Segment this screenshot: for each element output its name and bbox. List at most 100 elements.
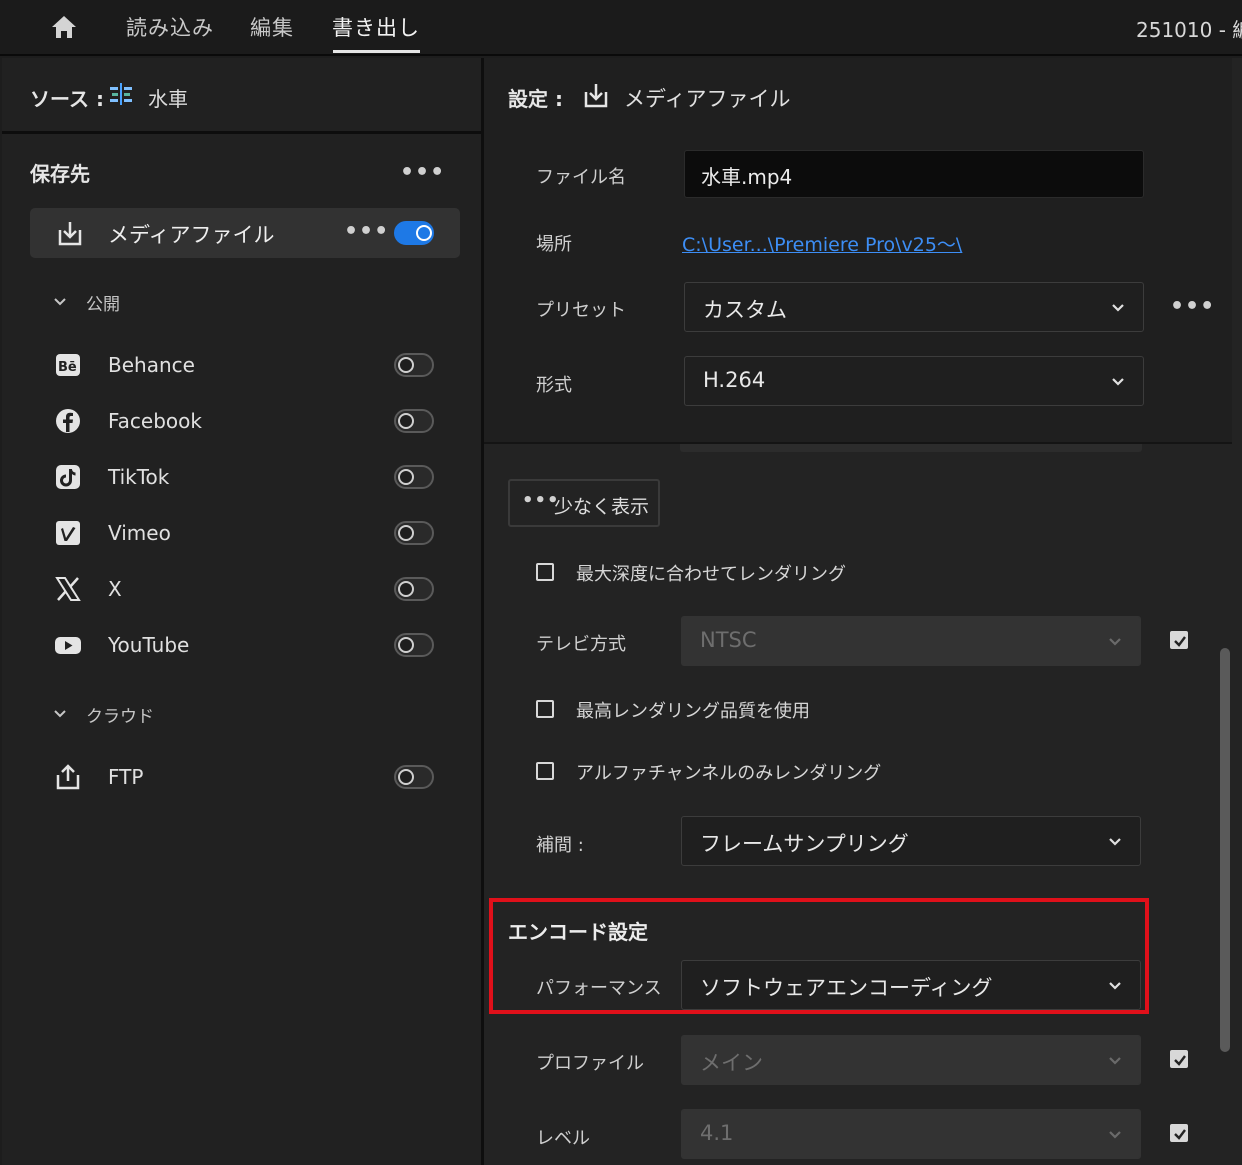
- destinations-panel: ソース : 水車 保存先 ••• メディアファイル ••• 公開 Bē Beha: [2, 58, 481, 1165]
- level-match-checkbox[interactable]: [1170, 1124, 1188, 1142]
- format-label: 形式: [536, 375, 572, 396]
- checkmark-icon: [1174, 1129, 1186, 1140]
- vimeo-label: Vimeo: [108, 521, 171, 545]
- destinations-heading: 保存先: [30, 162, 90, 186]
- level-dropdown: 4.1: [681, 1109, 1141, 1159]
- tv-standard-value: NTSC: [700, 628, 757, 652]
- profile-dropdown: メイン: [681, 1035, 1141, 1085]
- format-dropdown[interactable]: H.264: [684, 356, 1144, 406]
- settings-target: メディアファイル: [624, 87, 791, 111]
- filename-input[interactable]: 水車.mp4: [684, 150, 1144, 198]
- x-label: X: [108, 577, 122, 601]
- tv-standard-label: テレビ方式: [536, 634, 626, 655]
- interpolation-dropdown[interactable]: フレームサンプリング: [681, 816, 1141, 866]
- source-row: ソース : 水車: [2, 58, 481, 134]
- annotation-highlight-box: [489, 898, 1149, 1014]
- destination-ftp[interactable]: FTP: [54, 757, 444, 797]
- tiktok-toggle[interactable]: [394, 465, 434, 489]
- preset-label: プリセット: [536, 300, 626, 321]
- destination-behance[interactable]: Bē Behance: [54, 345, 444, 385]
- source-name: 水車: [148, 87, 188, 111]
- sequence-icon: [110, 83, 132, 105]
- show-less-button[interactable]: ••• 少なく表示: [508, 479, 660, 527]
- active-tab-indicator: [333, 50, 420, 53]
- upload-icon: [56, 764, 80, 790]
- top-bar: 読み込み 編集 書き出し 251010 - 編: [0, 0, 1242, 56]
- checkmark-icon: [1174, 1055, 1186, 1066]
- destination-tiktok[interactable]: TikTok: [54, 457, 444, 497]
- preset-value: カスタム: [703, 298, 787, 322]
- destination-vimeo[interactable]: Vimeo: [54, 513, 444, 553]
- destinations-more-button[interactable]: •••: [400, 160, 445, 185]
- destination-youtube[interactable]: YouTube: [54, 625, 444, 665]
- tiktok-icon: [56, 465, 80, 489]
- behance-toggle[interactable]: [394, 353, 434, 377]
- chevron-down-icon: [1112, 304, 1124, 312]
- profile-value: メイン: [700, 1051, 763, 1075]
- alpha-only-label: アルファチャンネルのみレンダリング: [576, 763, 882, 784]
- media-file-toggle[interactable]: [394, 221, 434, 245]
- interpolation-value: フレームサンプリング: [700, 832, 909, 856]
- interpolation-label: 補間 :: [536, 835, 584, 856]
- group-cloud[interactable]: クラウド: [54, 702, 154, 727]
- group-publish[interactable]: 公開: [54, 290, 120, 315]
- media-file-icon: [584, 84, 608, 108]
- youtube-icon: [55, 637, 81, 654]
- filename-label: ファイル名: [536, 167, 626, 188]
- facebook-label: Facebook: [108, 409, 202, 433]
- location-link[interactable]: C:\User...\Premiere Pro\v25〜\: [682, 230, 962, 257]
- group-publish-label: 公開: [86, 295, 120, 315]
- max-quality-checkbox[interactable]: [536, 700, 554, 718]
- ftp-label: FTP: [108, 765, 144, 789]
- settings-label: 設定 :: [508, 87, 563, 111]
- home-icon[interactable]: [50, 14, 78, 40]
- level-value: 4.1: [700, 1121, 734, 1145]
- chevron-down-icon: [1112, 378, 1124, 386]
- max-depth-checkbox[interactable]: [536, 563, 554, 581]
- behance-label: Behance: [108, 353, 195, 377]
- tiktok-label: TikTok: [108, 465, 170, 489]
- youtube-toggle[interactable]: [394, 633, 434, 657]
- max-quality-label: 最高レンダリング品質を使用: [576, 701, 810, 722]
- tv-standard-dropdown: NTSC: [681, 616, 1141, 666]
- tv-standard-match-checkbox[interactable]: [1170, 631, 1188, 649]
- vimeo-toggle[interactable]: [394, 521, 434, 545]
- profile-match-checkbox[interactable]: [1170, 1050, 1188, 1068]
- media-file-label: メディアファイル: [108, 223, 275, 247]
- destination-facebook[interactable]: Facebook: [54, 401, 444, 441]
- location-label: 場所: [536, 234, 572, 255]
- chevron-down-icon: [1109, 1057, 1121, 1065]
- scrolled-field-edge: [680, 444, 1142, 452]
- format-value: H.264: [703, 368, 766, 392]
- chevron-down-icon: [54, 298, 66, 306]
- settings-header-section: 設定 : メディアファイル ファイル名 水車.mp4 場所 C:\User...…: [484, 58, 1232, 444]
- youtube-label: YouTube: [108, 633, 190, 657]
- settings-scrollbar[interactable]: [1220, 648, 1230, 1052]
- chevron-down-icon: [54, 710, 66, 718]
- facebook-toggle[interactable]: [394, 409, 434, 433]
- media-file-more-button[interactable]: •••: [344, 219, 389, 244]
- chevron-down-icon: [1109, 1131, 1121, 1139]
- x-icon: [55, 577, 81, 601]
- profile-label: プロファイル: [536, 1053, 644, 1074]
- destination-x[interactable]: X: [54, 569, 444, 609]
- group-cloud-label: クラウド: [86, 707, 154, 727]
- tab-edit[interactable]: 編集: [250, 12, 294, 42]
- svg-text:Bē: Bē: [58, 360, 77, 375]
- tab-export[interactable]: 書き出し: [332, 12, 420, 42]
- alpha-only-checkbox[interactable]: [536, 762, 554, 780]
- vimeo-icon: [56, 521, 80, 545]
- tab-import[interactable]: 読み込み: [126, 12, 214, 42]
- x-toggle[interactable]: [394, 577, 434, 601]
- ftp-toggle[interactable]: [394, 765, 434, 789]
- preset-more-button[interactable]: •••: [1170, 294, 1215, 319]
- behance-icon: Bē: [56, 354, 80, 376]
- destination-media-file[interactable]: メディアファイル •••: [30, 208, 460, 258]
- checkmark-icon: [1174, 636, 1186, 647]
- max-depth-label: 最大深度に合わせてレンダリング: [576, 564, 846, 585]
- facebook-icon: [56, 409, 80, 433]
- level-label: レベル: [536, 1128, 590, 1149]
- media-file-icon: [58, 222, 82, 246]
- source-label: ソース :: [30, 87, 104, 111]
- preset-dropdown[interactable]: カスタム: [684, 282, 1144, 332]
